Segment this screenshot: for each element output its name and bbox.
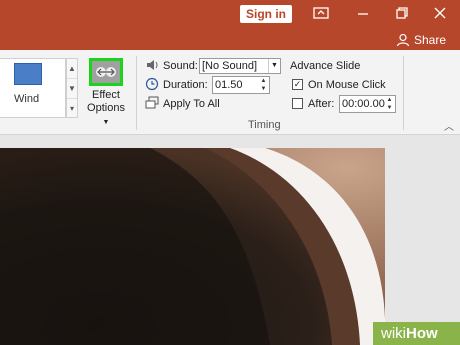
sound-value: [No Sound] bbox=[202, 60, 258, 72]
effect-options-label-line2: Options ▼ bbox=[87, 102, 125, 126]
share-button[interactable]: Share bbox=[414, 33, 446, 47]
minimize-icon[interactable] bbox=[355, 6, 371, 20]
ribbon-display-options-icon[interactable] bbox=[313, 6, 329, 20]
after-time-spinner[interactable]: ▲ ▼ bbox=[384, 96, 395, 112]
gallery-item-label: Wind bbox=[14, 93, 40, 105]
effect-options-icon bbox=[96, 67, 116, 77]
transition-gallery[interactable]: Wind bbox=[0, 58, 66, 118]
on-mouse-click-checkbox[interactable]: ✓ bbox=[292, 79, 303, 90]
after-time-input[interactable]: 00:00.00 ▲ ▼ bbox=[339, 95, 396, 113]
advance-slide-label: Advance Slide bbox=[290, 60, 361, 72]
after-label: After: bbox=[308, 98, 335, 110]
collapse-ribbon-icon[interactable]: ︿ bbox=[444, 118, 454, 133]
after-time-value: 00:00.00 bbox=[342, 98, 385, 110]
close-icon[interactable] bbox=[432, 6, 448, 20]
on-mouse-click-label: On Mouse Click bbox=[308, 79, 386, 91]
person-icon bbox=[396, 33, 410, 47]
apply-to-all-button[interactable]: Apply To All bbox=[163, 98, 220, 110]
sound-label: Sound: bbox=[163, 60, 198, 72]
wind-transition-thumbnail[interactable] bbox=[14, 63, 42, 85]
effect-options-label-line1: Effect bbox=[92, 89, 120, 101]
chevron-down-icon[interactable]: ▼ bbox=[268, 59, 280, 73]
group-separator bbox=[136, 56, 137, 130]
checkmark-icon: ✓ bbox=[293, 79, 302, 89]
scroll-up-icon[interactable]: ▲ bbox=[67, 59, 77, 79]
sound-dropdown[interactable]: [No Sound] ▼ bbox=[199, 58, 281, 74]
slide-canvas[interactable] bbox=[0, 148, 385, 345]
duration-label: Duration: bbox=[163, 79, 208, 91]
duration-spinner[interactable]: ▲ ▼ bbox=[258, 77, 269, 93]
wikihow-watermark: wikiHow bbox=[373, 322, 460, 345]
title-bar bbox=[0, 0, 460, 27]
apply-to-all-icon bbox=[145, 96, 159, 109]
more-icon[interactable]: ▾ bbox=[67, 99, 77, 119]
scroll-down-icon[interactable]: ▼ bbox=[67, 79, 77, 99]
restore-icon[interactable] bbox=[394, 6, 410, 20]
group-separator bbox=[403, 56, 404, 130]
after-checkbox[interactable] bbox=[292, 98, 303, 109]
sound-icon bbox=[147, 60, 158, 70]
duration-value: 01.50 bbox=[215, 79, 243, 91]
effect-options-button[interactable] bbox=[89, 58, 123, 86]
timing-group-label: Timing bbox=[248, 119, 281, 131]
effect-options-label[interactable]: Effect Options ▼ bbox=[83, 89, 129, 129]
gallery-scroll[interactable]: ▲ ▼ ▾ bbox=[66, 58, 78, 118]
duration-input[interactable]: 01.50 ▲ ▼ bbox=[212, 76, 270, 94]
clock-icon bbox=[145, 77, 159, 91]
chevron-down-icon: ▼ bbox=[102, 119, 110, 126]
coffee-photo bbox=[0, 148, 385, 345]
sign-in-button[interactable]: Sign in bbox=[240, 5, 292, 23]
